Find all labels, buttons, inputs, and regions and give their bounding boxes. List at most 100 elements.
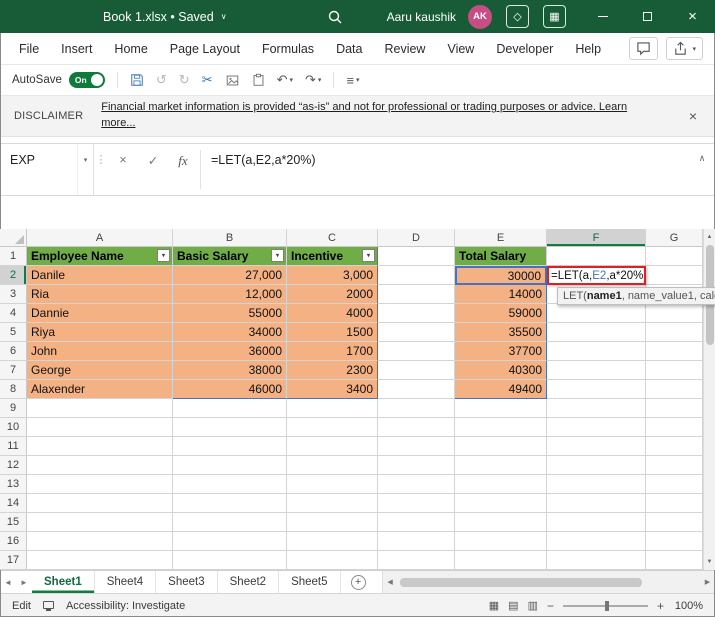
cell-G15[interactable]	[646, 513, 703, 532]
cell-A3[interactable]: Ria	[27, 285, 173, 304]
cell-E6[interactable]: 37700	[455, 342, 547, 361]
cell-B7[interactable]: 38000	[173, 361, 287, 380]
cell-B12[interactable]	[173, 456, 287, 475]
cell-E4[interactable]: 59000	[455, 304, 547, 323]
normal-view-icon[interactable]: ▦	[489, 599, 499, 612]
cell-B1[interactable]: Basic Salary▾	[173, 247, 287, 266]
row-header-2[interactable]: 2	[0, 266, 27, 285]
row-header-16[interactable]: 16	[0, 532, 27, 551]
cell-D5[interactable]	[378, 323, 455, 342]
sheet-tab-sheet2[interactable]: Sheet2	[218, 571, 279, 593]
name-box[interactable]: EXP ▾	[0, 144, 94, 195]
cell-D12[interactable]	[378, 456, 455, 475]
autosave-toggle[interactable]: On	[69, 72, 105, 88]
zoom-slider[interactable]	[563, 605, 648, 607]
picture-icon[interactable]	[225, 74, 240, 87]
row-header-4[interactable]: 4	[0, 304, 27, 323]
column-header-G[interactable]: G	[646, 229, 703, 247]
cell-C14[interactable]	[287, 494, 378, 513]
customize-toolbar-button[interactable]: ≡ ▾	[346, 73, 359, 88]
cell-A15[interactable]	[27, 513, 173, 532]
cell-B17[interactable]	[173, 551, 287, 570]
row-header-15[interactable]: 15	[0, 513, 27, 532]
cell-C1[interactable]: Incentive▾	[287, 247, 378, 266]
cell-E12[interactable]	[455, 456, 547, 475]
cell-F5[interactable]	[547, 323, 646, 342]
cell-B4[interactable]: 55000	[173, 304, 287, 323]
undo-history-button[interactable]: ↶ ▾	[277, 72, 293, 88]
cell-E3[interactable]: 14000	[455, 285, 547, 304]
cell-G4[interactable]	[646, 304, 703, 323]
maximize-button[interactable]	[625, 0, 670, 33]
column-header-E[interactable]: E	[455, 229, 547, 247]
cell-G7[interactable]	[646, 361, 703, 380]
cell-A6[interactable]: John	[27, 342, 173, 361]
formula-bar-handle-icon[interactable]: ⋮	[94, 144, 108, 195]
undo-icon[interactable]: ↺	[156, 72, 167, 88]
tab-home[interactable]: Home	[103, 33, 158, 64]
cell-G14[interactable]	[646, 494, 703, 513]
cell-A4[interactable]: Dannie	[27, 304, 173, 323]
sheet-tab-sheet1[interactable]: Sheet1	[32, 571, 95, 593]
cell-E10[interactable]	[455, 418, 547, 437]
redo-history-button[interactable]: ↷ ▾	[305, 72, 321, 88]
cell-D1[interactable]	[378, 247, 455, 266]
workbook-title[interactable]: Book 1.xlsx • Saved ∨	[103, 10, 227, 24]
cell-F15[interactable]	[547, 513, 646, 532]
cell-E8[interactable]: 49400	[455, 380, 547, 399]
cell-B13[interactable]	[173, 475, 287, 494]
row-header-12[interactable]: 12	[0, 456, 27, 475]
column-header-A[interactable]: A	[27, 229, 173, 247]
cell-G8[interactable]	[646, 380, 703, 399]
minimize-button[interactable]	[580, 0, 625, 33]
cell-A13[interactable]	[27, 475, 173, 494]
vscroll-track[interactable]	[704, 345, 715, 554]
cell-A7[interactable]: George	[27, 361, 173, 380]
cell-G5[interactable]	[646, 323, 703, 342]
cell-D8[interactable]	[378, 380, 455, 399]
cell-B6[interactable]: 36000	[173, 342, 287, 361]
cell-D15[interactable]	[378, 513, 455, 532]
cell-A5[interactable]: Riya	[27, 323, 173, 342]
column-header-D[interactable]: D	[378, 229, 455, 247]
sheet-tab-sheet4[interactable]: Sheet4	[95, 571, 156, 593]
column-header-C[interactable]: C	[287, 229, 378, 247]
macro-record-icon[interactable]	[43, 600, 54, 612]
cell-D11[interactable]	[378, 437, 455, 456]
cell-G10[interactable]	[646, 418, 703, 437]
row-header-14[interactable]: 14	[0, 494, 27, 513]
cell-B10[interactable]	[173, 418, 287, 437]
tab-developer[interactable]: Developer	[485, 33, 564, 64]
cell-D7[interactable]	[378, 361, 455, 380]
row-header-17[interactable]: 17	[0, 551, 27, 570]
cell-F6[interactable]	[547, 342, 646, 361]
cell-G6[interactable]	[646, 342, 703, 361]
cell-E13[interactable]	[455, 475, 547, 494]
cell-B3[interactable]: 12,000	[173, 285, 287, 304]
cell-E11[interactable]	[455, 437, 547, 456]
cell-D6[interactable]	[378, 342, 455, 361]
cell-G2[interactable]	[646, 266, 703, 285]
collapse-formula-bar-icon[interactable]: ∧	[689, 144, 715, 195]
cell-E16[interactable]	[455, 532, 547, 551]
cell-A9[interactable]	[27, 399, 173, 418]
cell-F10[interactable]	[547, 418, 646, 437]
cell-A2[interactable]: Danile	[27, 266, 173, 285]
cell-C10[interactable]	[287, 418, 378, 437]
tab-review[interactable]: Review	[373, 33, 436, 64]
cell-A1[interactable]: Employee Name▾	[27, 247, 173, 266]
cell-A11[interactable]	[27, 437, 173, 456]
cell-G12[interactable]	[646, 456, 703, 475]
save-icon[interactable]	[130, 73, 144, 87]
cell-F11[interactable]	[547, 437, 646, 456]
row-header-10[interactable]: 10	[0, 418, 27, 437]
scroll-right-icon[interactable]: ▶	[700, 578, 715, 586]
cell-F12[interactable]	[547, 456, 646, 475]
cell-C2[interactable]: 3,000	[287, 266, 378, 285]
row-header-5[interactable]: 5	[0, 323, 27, 342]
cell-F17[interactable]	[547, 551, 646, 570]
cell-A17[interactable]	[27, 551, 173, 570]
cell-D10[interactable]	[378, 418, 455, 437]
cell-F16[interactable]	[547, 532, 646, 551]
cell-A14[interactable]	[27, 494, 173, 513]
